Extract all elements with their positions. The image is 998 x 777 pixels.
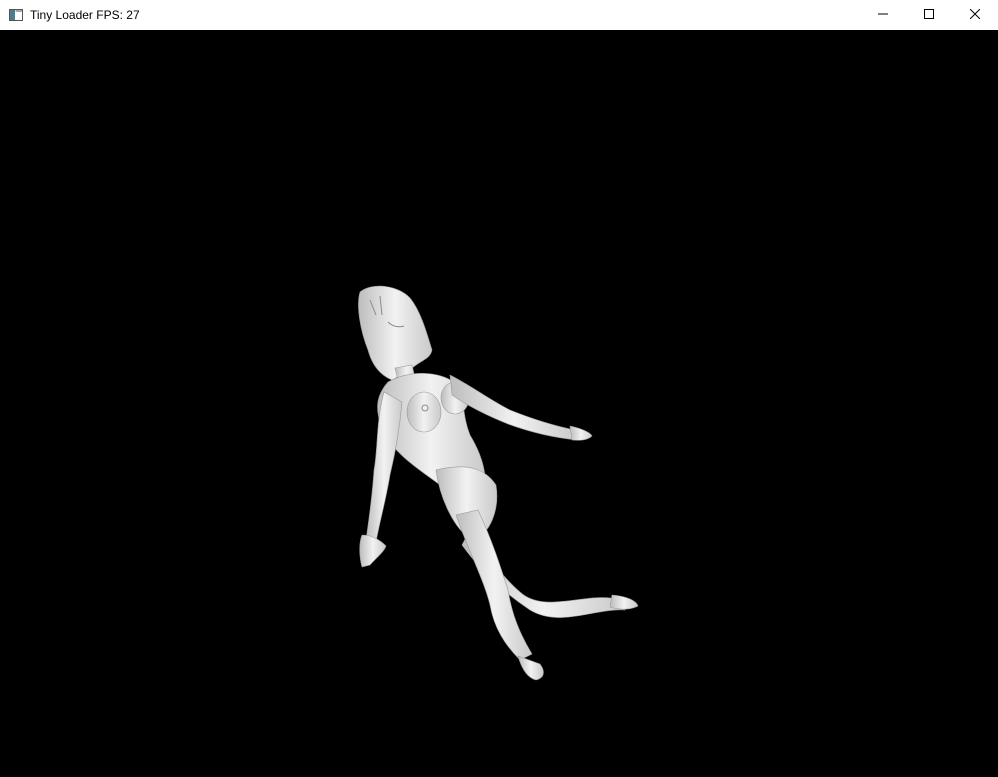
- app-window-icon: [8, 7, 24, 23]
- app-window: Tiny Loader FPS: 27: [0, 0, 998, 777]
- title-bar[interactable]: Tiny Loader FPS: 27: [0, 0, 998, 30]
- minimize-icon: [878, 6, 888, 24]
- rendered-3d-figure: [358, 285, 639, 681]
- maximize-button[interactable]: [906, 0, 952, 30]
- close-icon: [969, 6, 981, 24]
- minimize-button[interactable]: [860, 0, 906, 30]
- window-title: Tiny Loader FPS: 27: [30, 8, 140, 22]
- close-button[interactable]: [952, 0, 998, 30]
- window-controls: [860, 0, 998, 30]
- render-viewport[interactable]: [0, 30, 998, 777]
- maximize-icon: [924, 6, 934, 24]
